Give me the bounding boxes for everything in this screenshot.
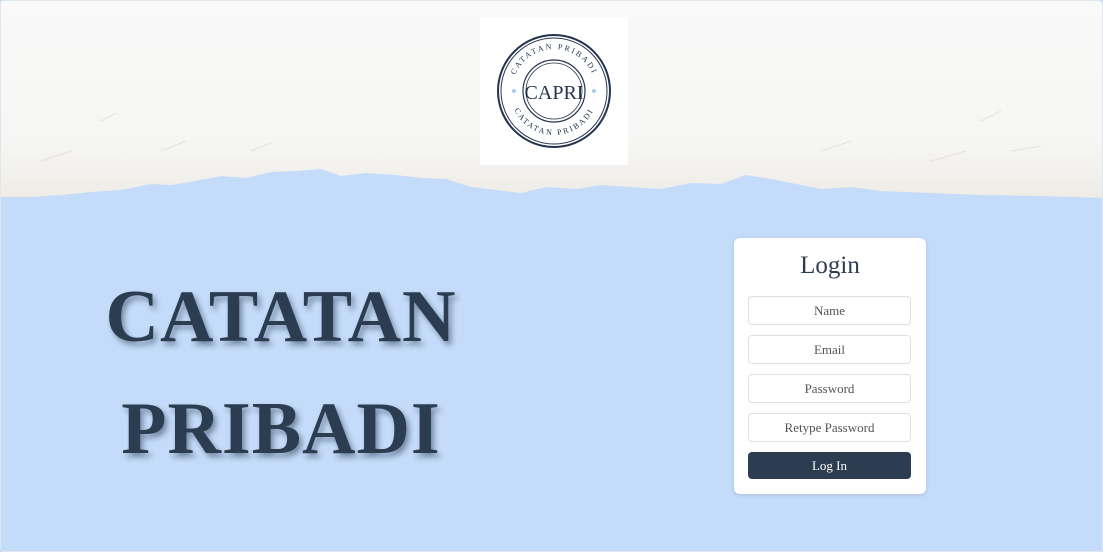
login-title: Login bbox=[800, 252, 860, 279]
hero-title: CATATAN PRIBADI bbox=[61, 261, 501, 485]
password-input[interactable] bbox=[748, 374, 911, 403]
logo: CATATAN PRIBADI CATATAN PRIBADI CAPRI bbox=[480, 17, 628, 165]
page-frame: CATATAN PRIBADI CATATAN PRIBADI CAPRI CA… bbox=[0, 0, 1103, 552]
svg-text:CATATAN PRIBADI: CATATAN PRIBADI bbox=[509, 42, 600, 76]
hero-line-2: PRIBADI bbox=[121, 388, 441, 470]
logo-center-text: CAPRI bbox=[525, 82, 584, 104]
email-input[interactable] bbox=[748, 335, 911, 364]
name-input[interactable] bbox=[748, 296, 911, 325]
capri-stamp-logo: CATATAN PRIBADI CATATAN PRIBADI CAPRI bbox=[497, 34, 611, 148]
login-card: Login Log In bbox=[734, 238, 926, 494]
retype-password-input[interactable] bbox=[748, 413, 911, 442]
hero-line-1: CATATAN bbox=[105, 276, 457, 358]
login-button[interactable]: Log In bbox=[748, 452, 911, 479]
